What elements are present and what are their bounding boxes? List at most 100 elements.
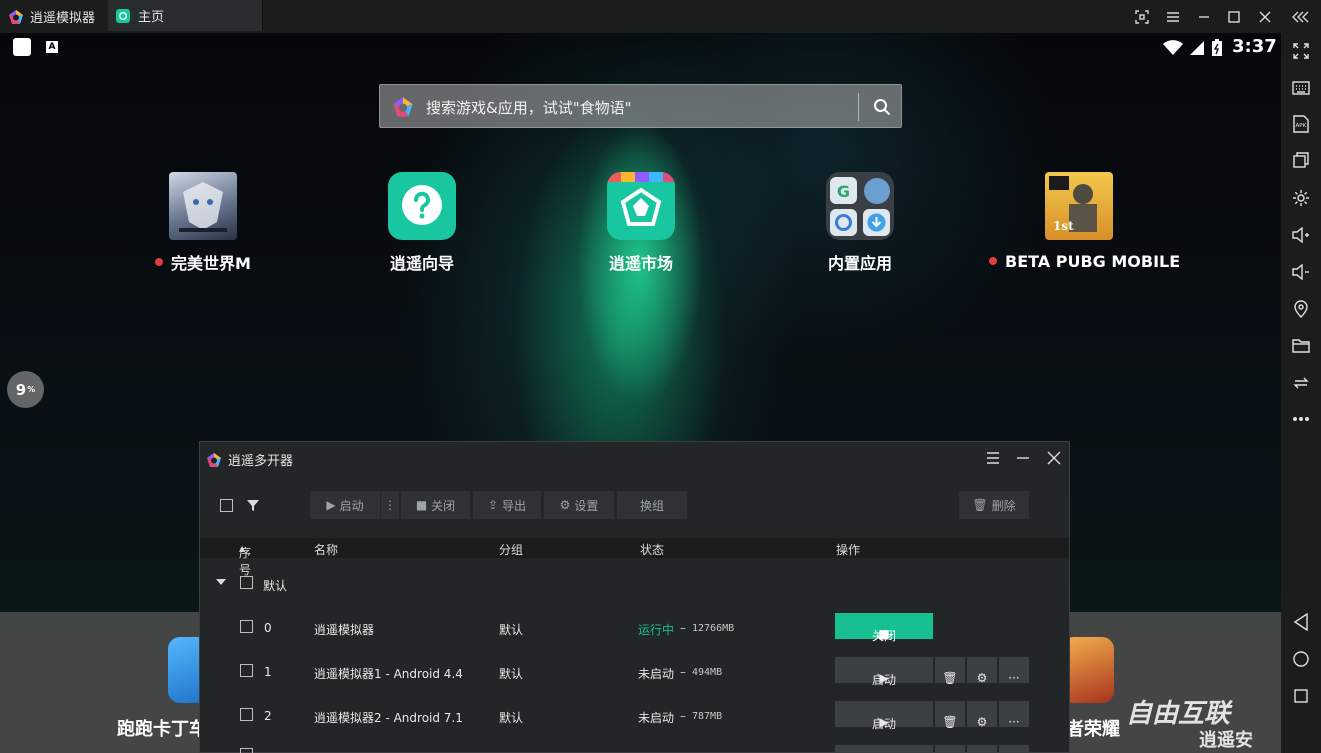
battery-icon: [1212, 39, 1222, 56]
play-icon: ▶: [326, 498, 336, 512]
dock-label-right: 者荣耀: [1066, 719, 1120, 740]
minimize-icon[interactable]: [1189, 0, 1219, 33]
row-checkbox[interactable]: [240, 664, 253, 677]
row-more-button[interactable]: ···: [999, 657, 1029, 685]
android-status-bar: A 3:37: [0, 33, 1281, 61]
col-index[interactable]: 序号 ▴: [239, 541, 251, 577]
market-icon: [607, 172, 675, 240]
apk-icon[interactable]: APK: [1291, 114, 1311, 134]
keyboard-indicator-icon: A: [46, 41, 58, 53]
start-options-button[interactable]: ⋮: [381, 491, 399, 519]
more-icon[interactable]: [1291, 409, 1311, 429]
location-icon[interactable]: [1291, 299, 1311, 319]
search-divider: [858, 93, 859, 121]
app-market[interactable]: 逍遥市场: [551, 172, 731, 274]
volume-up-icon[interactable]: [1291, 225, 1311, 245]
dialog-close-icon[interactable]: [1043, 448, 1065, 468]
start-button[interactable]: ▶ 启动: [310, 491, 380, 519]
multi-window-icon[interactable]: [1291, 150, 1311, 170]
col-action: 操作: [836, 543, 861, 557]
search-bar[interactable]: 搜索游戏&应用，试试"食物语": [379, 84, 902, 128]
gear-icon: ⚙: [559, 498, 571, 512]
col-status: 状态: [640, 543, 665, 557]
row-start-button[interactable]: ▶ 启动: [835, 701, 933, 731]
switch-group-button[interactable]: 换组: [617, 491, 687, 519]
search-icon[interactable]: [868, 95, 896, 119]
row-settings-button[interactable]: [967, 745, 997, 753]
filter-icon[interactable]: [246, 499, 260, 512]
row-settings-button[interactable]: ⚙: [967, 701, 997, 729]
dialog-minimize-icon[interactable]: [1012, 448, 1034, 468]
collapse-sidebar-icon[interactable]: [1286, 0, 1316, 33]
row-more-button[interactable]: [999, 745, 1029, 753]
fullscreen-icon[interactable]: [1127, 0, 1157, 33]
menu-icon[interactable]: [1158, 0, 1188, 33]
group-checkbox[interactable]: [240, 576, 253, 589]
home-icon[interactable]: [1291, 649, 1311, 669]
dialog-logo-icon: [207, 452, 221, 467]
pubg-icon: 1st: [1045, 172, 1113, 240]
collapse-arrow-icon[interactable]: [215, 578, 227, 586]
row-delete-button[interactable]: 🗑: [935, 657, 965, 685]
search-input[interactable]: 搜索游戏&应用，试试"食物语": [426, 97, 632, 118]
group-name: 默认: [263, 579, 288, 593]
tab-home[interactable]: 主页: [108, 0, 263, 31]
app-perfect-world[interactable]: 完美世界M: [113, 172, 293, 274]
close-button[interactable]: ■ 关闭: [401, 491, 470, 519]
stop-icon: ■: [415, 498, 428, 512]
volume-down-icon[interactable]: [1291, 262, 1311, 282]
maximize-icon[interactable]: [1219, 0, 1249, 33]
row-name: 逍遥模拟器2 - Android 7.1: [314, 711, 463, 725]
row-checkbox[interactable]: [240, 620, 253, 633]
row-index: 2: [264, 709, 272, 723]
row-delete-button[interactable]: 🗑: [935, 701, 965, 729]
svg-text:APK: APK: [1296, 123, 1307, 129]
row-settings-button[interactable]: ⚙: [967, 657, 997, 685]
multi-instance-dialog: 逍遥多开器 ▶ 启动 ⋮ ■ 关闭 ⇪ 导出 ⚙ 设置 换组 🗑 删除 序号 ▴ 名称 分…: [199, 441, 1070, 753]
folder-icon: G: [826, 172, 894, 240]
folder-icon[interactable]: [1291, 336, 1311, 356]
delete-button[interactable]: 🗑 删除: [959, 491, 1029, 519]
app-label: 内置应用: [827, 254, 892, 273]
settings-button[interactable]: ⚙ 设置: [544, 491, 614, 519]
row-more-button[interactable]: ···: [999, 701, 1029, 729]
tab-home-label: 主页: [138, 10, 165, 25]
rotate-icon[interactable]: [1291, 373, 1311, 393]
dialog-menu-icon[interactable]: [982, 448, 1004, 468]
app-logo-icon: [9, 9, 23, 24]
select-all-checkbox[interactable]: [220, 499, 233, 512]
app-builtin-folder[interactable]: G 内置应用: [770, 172, 950, 274]
export-icon: ⇪: [487, 498, 499, 512]
col-group: 分组: [499, 543, 524, 557]
row-checkbox[interactable]: [240, 708, 253, 721]
table-row[interactable]: [200, 739, 1069, 753]
row-start-button[interactable]: [835, 745, 933, 753]
back-icon[interactable]: [1291, 612, 1311, 632]
progress-indicator[interactable]: 9%: [7, 371, 44, 408]
row-name: 逍遥模拟器1 - Android 4.4: [314, 667, 463, 681]
right-toolbar: APK: [1281, 33, 1321, 753]
row-start-button[interactable]: ▶ 启动: [835, 657, 933, 687]
row-delete-button[interactable]: [935, 745, 965, 753]
export-button[interactable]: ⇪ 导出: [473, 491, 541, 519]
table-row[interactable]: 2 逍遥模拟器2 - Android 7.1 默认 未启动 – 787MB ▶ 启…: [200, 695, 1069, 739]
app-label: BETA PUBG MOBILE: [1005, 251, 1181, 271]
svg-text:1st: 1st: [1053, 219, 1074, 233]
recent-apps-icon[interactable]: [1291, 686, 1311, 706]
group-row[interactable]: 默认: [200, 563, 1069, 607]
table-row[interactable]: 0 逍遥模拟器 默认 运行中 – 12766MB ■ 关闭: [200, 607, 1069, 651]
row-index: 1: [264, 665, 272, 679]
row-checkbox[interactable]: [240, 748, 253, 753]
table-row[interactable]: 1 逍遥模拟器1 - Android 4.4 默认 未启动 – 494MB ▶ 启…: [200, 651, 1069, 695]
keyboard-icon[interactable]: [1291, 78, 1311, 98]
progress-value: 9: [15, 380, 27, 399]
settings-icon[interactable]: [1291, 188, 1311, 208]
close-icon[interactable]: [1250, 0, 1280, 33]
expand-icon[interactable]: [1291, 41, 1311, 61]
app-pubg[interactable]: 1st BETA PUBG MOBILE: [989, 172, 1180, 271]
app-guide[interactable]: 逍遥向导: [332, 172, 512, 274]
new-badge-dot: [989, 257, 997, 265]
search-logo-icon: [393, 97, 413, 117]
row-ram: 494MB: [692, 667, 723, 678]
row-close-button[interactable]: ■ 关闭: [835, 613, 933, 643]
